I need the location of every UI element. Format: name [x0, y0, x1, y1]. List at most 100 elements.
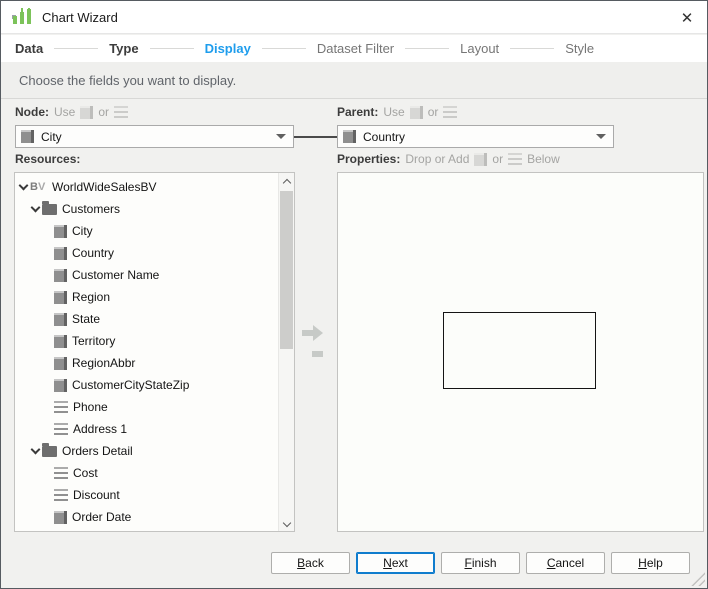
scroll-down-icon[interactable]: [279, 515, 294, 531]
tree-item-discount[interactable]: Discount: [15, 484, 278, 506]
step-separator: [150, 48, 194, 49]
node-combobox-value: City: [41, 130, 269, 144]
tree-item-orders-detail[interactable]: Orders Detail: [15, 440, 278, 462]
properties-label: Properties:: [337, 152, 400, 166]
tree-item-state[interactable]: State: [15, 308, 278, 330]
expander-icon[interactable]: [31, 205, 40, 214]
add-field-arrow-icon[interactable]: [301, 325, 324, 341]
remove-field-arrow-icon[interactable]: [301, 346, 324, 362]
cube-icon: [54, 357, 67, 370]
chevron-down-icon: [276, 134, 286, 139]
tree-item-city[interactable]: City: [15, 220, 278, 242]
node-dropdown-button[interactable]: [269, 126, 293, 147]
back-button[interactable]: Back: [271, 552, 350, 574]
window-title: Chart Wizard: [42, 10, 118, 25]
business-view-icon: BV: [30, 181, 47, 193]
instruction-banner: Choose the fields you want to display.: [1, 62, 707, 99]
node-or-label: or: [98, 105, 109, 119]
help-button[interactable]: Help: [611, 552, 690, 574]
tree-item-label: Territory: [72, 334, 115, 348]
folder-icon: [42, 204, 57, 215]
parent-combobox[interactable]: Country: [337, 125, 614, 148]
chart-node-placeholder[interactable]: [443, 312, 596, 389]
tree-item-label: WorldWideSalesBV: [52, 180, 156, 194]
measure-field-icon: [114, 106, 128, 118]
cube-icon: [54, 247, 67, 260]
dimension-field-icon: [21, 130, 34, 143]
node-combobox[interactable]: City: [15, 125, 294, 148]
tree-item-worldwidesalesbv[interactable]: BV WorldWideSalesBV: [15, 176, 278, 198]
lines-icon: [54, 423, 68, 435]
cancel-button[interactable]: Cancel: [526, 552, 605, 574]
cube-icon: [54, 291, 67, 304]
dimension-field-icon: [474, 153, 487, 166]
footer-button-bar: Back Next Finish Cancel Help: [271, 552, 690, 574]
tree-item-territory[interactable]: Territory: [15, 330, 278, 352]
measure-field-icon: [443, 106, 457, 118]
step-separator: [405, 48, 449, 49]
lines-icon: [54, 401, 68, 413]
tree-item-customers[interactable]: Customers: [15, 198, 278, 220]
properties-or-label: or: [492, 152, 503, 166]
tree-item-phone[interactable]: Phone: [15, 396, 278, 418]
tree-item-country[interactable]: Country: [15, 242, 278, 264]
node-parent-connector-line: [294, 136, 338, 138]
next-button[interactable]: Next: [356, 552, 435, 574]
tree-item-customer-name[interactable]: Customer Name: [15, 264, 278, 286]
step-data[interactable]: Data: [15, 41, 43, 56]
resources-caption-row: Resources:: [15, 151, 80, 167]
finish-button[interactable]: Finish: [441, 552, 520, 574]
tree-item-label: Address 1: [73, 422, 127, 436]
tree-item-customercitystatezip[interactable]: CustomerCityStateZip: [15, 374, 278, 396]
parent-use-label: Use: [383, 105, 404, 119]
cube-icon: [54, 269, 67, 282]
step-separator: [510, 48, 554, 49]
properties-panel[interactable]: [337, 172, 704, 532]
node-label: Node:: [15, 105, 49, 119]
dimension-field-icon: [343, 130, 356, 143]
cube-icon: [54, 313, 67, 326]
close-icon[interactable]: ✕: [677, 8, 697, 28]
step-dataset-filter[interactable]: Dataset Filter: [317, 41, 394, 56]
resources-tree: BV WorldWideSalesBV Customers City Country Cu…: [15, 173, 278, 531]
tree-item-label: Orders Detail: [62, 444, 133, 458]
tree-item-regionabbr[interactable]: RegionAbbr: [15, 352, 278, 374]
cube-icon: [54, 225, 67, 238]
dimension-field-icon: [80, 106, 93, 119]
tree-item-label: Country: [72, 246, 114, 260]
parent-or-label: or: [428, 105, 439, 119]
tree-item-label: Cost: [73, 466, 98, 480]
dimension-field-icon: [410, 106, 423, 119]
tree-item-label: CustomerCityStateZip: [72, 378, 189, 392]
tree-item-cost[interactable]: Cost: [15, 462, 278, 484]
tree-item-label: Order Date: [72, 510, 131, 524]
parent-label: Parent:: [337, 105, 378, 119]
step-separator: [54, 48, 98, 49]
folder-icon: [42, 446, 57, 457]
properties-hint2-label: Below: [527, 152, 560, 166]
tree-item-address-1[interactable]: Address 1: [15, 418, 278, 440]
node-hint-row: Node: Use or: [15, 104, 128, 120]
tree-item-label: City: [72, 224, 93, 238]
step-separator: [262, 48, 306, 49]
parent-combobox-value: Country: [363, 130, 589, 144]
step-style[interactable]: Style: [565, 41, 594, 56]
parent-dropdown-button[interactable]: [589, 126, 613, 147]
title-bar: Chart Wizard ✕: [1, 1, 707, 34]
expander-icon[interactable]: [31, 447, 40, 456]
expander-icon[interactable]: [19, 183, 28, 192]
tree-item-order-date[interactable]: Order Date: [15, 506, 278, 528]
tree-item-region[interactable]: Region: [15, 286, 278, 308]
tree-item-label: Discount: [73, 488, 120, 502]
tree-item-partial[interactable]: [15, 528, 278, 531]
step-display[interactable]: Display: [205, 41, 251, 56]
scroll-up-icon[interactable]: [279, 173, 294, 189]
tree-item-label: State: [72, 312, 100, 326]
step-type[interactable]: Type: [109, 41, 138, 56]
scrollbar-thumb[interactable]: [280, 191, 293, 349]
tree-scrollbar[interactable]: [278, 173, 294, 531]
node-use-label: Use: [54, 105, 75, 119]
step-layout[interactable]: Layout: [460, 41, 499, 56]
lines-icon: [54, 467, 68, 479]
resize-grip[interactable]: [691, 572, 705, 586]
